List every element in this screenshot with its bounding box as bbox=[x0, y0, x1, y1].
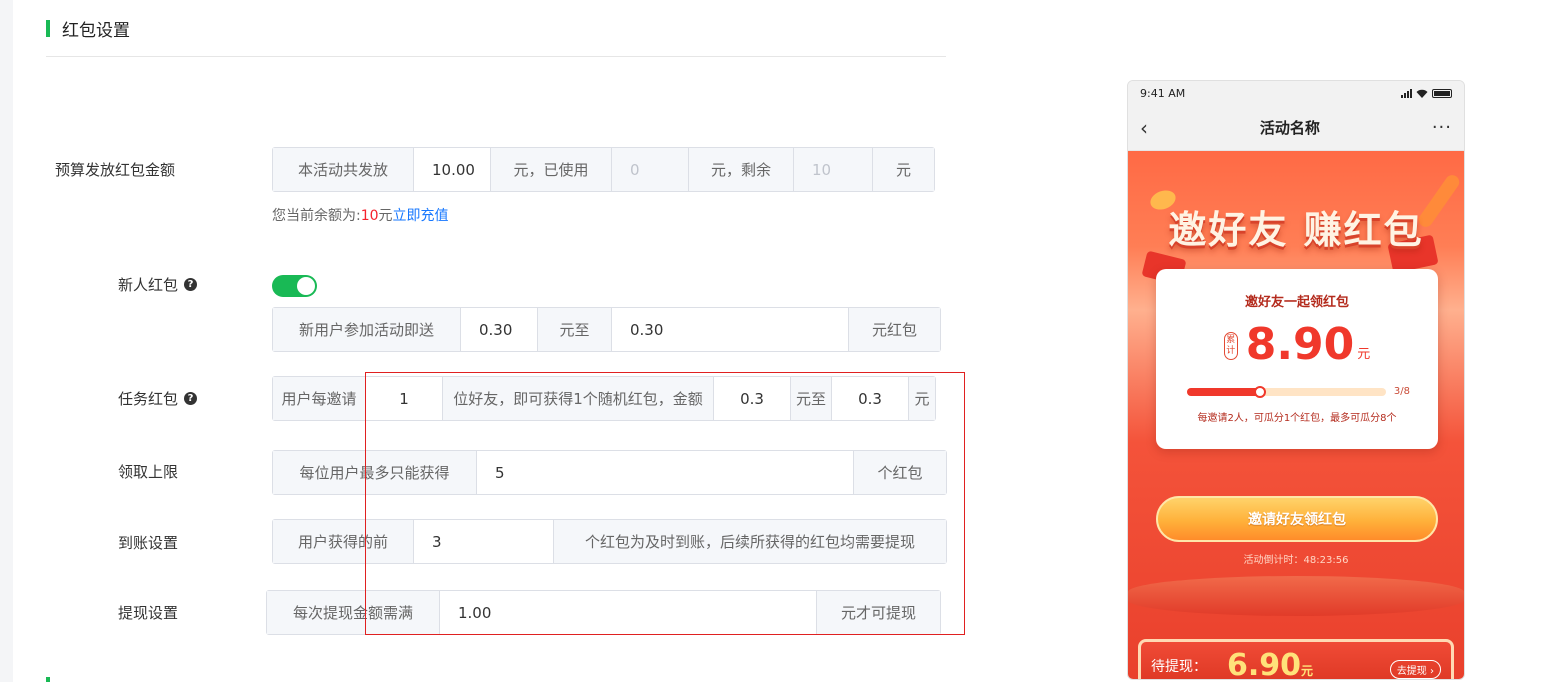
phone-preview: 9:41 AM ‹ 活动名称 ··· 邀好友 赚红包 邀好友一起领红包 累计 8… bbox=[1127, 80, 1465, 680]
progress-row: 3/8 bbox=[1156, 385, 1438, 398]
accumulated-tag: 累计 bbox=[1223, 332, 1238, 360]
toggle-knob bbox=[297, 277, 315, 295]
section-title-text: 红包设置 bbox=[62, 20, 130, 41]
withdraw-input-group: 每次提现金额需满 1.00 元才可提现 bbox=[266, 590, 941, 635]
progress-text: 3/8 bbox=[1393, 386, 1410, 397]
arrival-label: 到账设置 bbox=[118, 533, 179, 552]
newcomer-label: 新人红包 ? bbox=[118, 273, 198, 295]
balance-value: 10 bbox=[360, 208, 379, 224]
stage-decoration bbox=[1128, 576, 1464, 616]
budget-prefix: 本活动共发放 bbox=[273, 148, 413, 191]
pending-label: 待提现： bbox=[1151, 659, 1207, 675]
section-accent-bar bbox=[46, 19, 50, 37]
limit-label: 领取上限 bbox=[118, 462, 179, 481]
task-unit: 元 bbox=[909, 377, 935, 420]
progress-dot bbox=[1253, 385, 1266, 398]
budget-used-label: 元，已使用 bbox=[491, 148, 611, 191]
amount-row: 累计 8.90 元 bbox=[1156, 320, 1438, 370]
back-icon[interactable]: ‹ bbox=[1140, 116, 1148, 140]
question-icon[interactable]: ? bbox=[184, 391, 198, 405]
limit-input[interactable]: 5 bbox=[476, 451, 854, 494]
limit-suffix: 个红包 bbox=[854, 451, 946, 494]
section-title: 红包设置 bbox=[46, 16, 130, 41]
newcomer-input-group: 新用户参加活动即送 0.30 元至 0.30 元红包 bbox=[272, 307, 941, 352]
pending-withdraw-card: 待提现： 6.90元 去提现 › bbox=[1138, 639, 1454, 680]
arrival-input[interactable]: 3 bbox=[413, 520, 554, 563]
task-label: 任务红包 ? bbox=[118, 387, 198, 409]
limit-input-group: 每位用户最多只能获得 5 个红包 bbox=[272, 450, 947, 495]
arrival-prefix: 用户获得的前 bbox=[273, 520, 413, 563]
reward-note: 每邀请2人，可瓜分1个红包，最多可瓜分8个 bbox=[1197, 413, 1397, 424]
left-sidebar-strip bbox=[0, 0, 13, 682]
battery-icon bbox=[1432, 88, 1452, 98]
task-min-input[interactable]: 0.3 bbox=[713, 377, 791, 420]
budget-label: 预算发放红包金额 bbox=[55, 160, 176, 179]
hero-area: 邀好友 赚红包 邀好友一起领红包 累计 8.90 元 3/8 每邀请2人，可瓜分… bbox=[1128, 151, 1464, 680]
section-divider bbox=[46, 56, 946, 57]
balance-unit: 元 bbox=[378, 208, 393, 224]
arrival-suffix: 个红包为及时到账，后续所获得的红包均需要提现 bbox=[554, 520, 946, 563]
newcomer-max-input[interactable]: 0.30 bbox=[611, 308, 849, 351]
newcomer-label-text: 新人红包 bbox=[118, 275, 179, 294]
progress-bar bbox=[1187, 385, 1386, 398]
budget-total-input[interactable]: 10.00 bbox=[413, 148, 491, 191]
task-to-label: 元至 bbox=[791, 377, 831, 420]
status-time: 9:41 AM bbox=[1140, 86, 1186, 100]
budget-input-group: 本活动共发放 10.00 元，已使用 0 元，剩余 10 元 bbox=[272, 147, 935, 192]
newcomer-toggle[interactable] bbox=[272, 275, 317, 297]
task-count-input[interactable]: 1 bbox=[365, 377, 443, 420]
question-icon[interactable]: ? bbox=[184, 277, 198, 291]
withdraw-prefix: 每次提现金额需满 bbox=[267, 591, 439, 634]
reward-card-title: 邀好友一起领红包 bbox=[1244, 295, 1349, 310]
budget-remain-label: 元，剩余 bbox=[689, 148, 793, 191]
more-icon[interactable]: ··· bbox=[1432, 117, 1452, 138]
countdown-text: 活动倒计时：48:23:56 bbox=[1243, 555, 1349, 566]
wifi-icon bbox=[1416, 89, 1428, 98]
hero-banner: 邀好友 赚红包 bbox=[1168, 208, 1424, 252]
task-mid-label: 位好友，即可获得1个随机红包，金额 bbox=[443, 377, 713, 420]
newcomer-prefix: 新用户参加活动即送 bbox=[273, 308, 460, 351]
budget-remain-input: 10 bbox=[793, 148, 873, 191]
reward-amount: 8.90 bbox=[1245, 319, 1355, 370]
reward-unit: 元 bbox=[1357, 347, 1371, 362]
progress-fill bbox=[1187, 385, 1266, 398]
newcomer-to-label: 元至 bbox=[538, 308, 611, 351]
invite-button[interactable]: 邀请好友领红包 bbox=[1156, 496, 1438, 542]
next-section-title bbox=[46, 672, 50, 682]
newcomer-min-input[interactable]: 0.30 bbox=[460, 308, 538, 351]
balance-hint: 您当前余额为:10元立即充值 bbox=[272, 205, 449, 225]
pending-unit: 元 bbox=[1301, 664, 1314, 678]
task-input-group: 用户每邀请 1 位好友，即可获得1个随机红包，金额 0.3 元至 0.3 元 bbox=[272, 376, 936, 421]
signal-icon bbox=[1401, 88, 1412, 98]
status-bar: 9:41 AM bbox=[1128, 81, 1464, 105]
withdraw-label: 提现设置 bbox=[118, 603, 179, 622]
withdraw-suffix: 元才可提现 bbox=[817, 591, 940, 634]
task-prefix: 用户每邀请 bbox=[273, 377, 365, 420]
withdraw-input[interactable]: 1.00 bbox=[439, 591, 817, 634]
newcomer-suffix: 元红包 bbox=[849, 308, 940, 351]
recharge-link[interactable]: 立即充值 bbox=[393, 208, 449, 224]
pending-amount-wrap: 6.90元 bbox=[1227, 648, 1314, 680]
pending-amount: 6.90 bbox=[1227, 648, 1302, 680]
go-withdraw-button[interactable]: 去提现 › bbox=[1389, 660, 1441, 679]
limit-prefix: 每位用户最多只能获得 bbox=[273, 451, 476, 494]
arrival-input-group: 用户获得的前 3 个红包为及时到账，后续所获得的红包均需要提现 bbox=[272, 519, 947, 564]
task-max-input[interactable]: 0.3 bbox=[831, 377, 909, 420]
budget-used-input: 0 bbox=[611, 148, 689, 191]
section-accent-bar bbox=[46, 677, 50, 682]
reward-card: 邀好友一起领红包 累计 8.90 元 3/8 每邀请2人，可瓜分1个红包，最多可… bbox=[1156, 269, 1438, 449]
balance-hint-prefix: 您当前余额为: bbox=[272, 208, 361, 224]
phone-nav-title: 活动名称 bbox=[1259, 119, 1320, 137]
phone-navbar: ‹ 活动名称 ··· bbox=[1128, 105, 1464, 151]
budget-unit: 元 bbox=[873, 148, 934, 191]
status-icons bbox=[1401, 88, 1452, 98]
task-label-text: 任务红包 bbox=[118, 389, 179, 408]
